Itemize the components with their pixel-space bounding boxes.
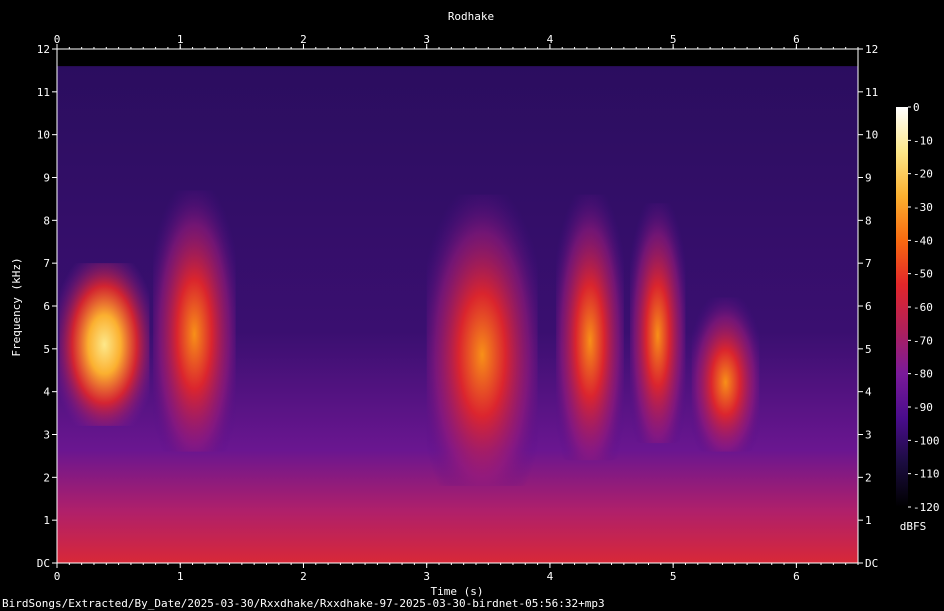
colorbar-tick-label: 0 (913, 101, 920, 114)
colorbar-label: dBFS (900, 520, 927, 533)
colorbar-tick-label: -50 (913, 268, 933, 281)
call-1 (59, 263, 150, 426)
file-path-label: BirdSongs/Extracted/By_Date/2025-03-30/R… (2, 597, 605, 610)
x-tick-label-top: 6 (793, 33, 800, 46)
call-4 (556, 194, 624, 461)
x-tick-label-bottom: 2 (300, 570, 307, 583)
y-tick-label-right: 7 (865, 257, 872, 270)
y-tick-label-left: 2 (43, 471, 50, 484)
colorbar-tick-label: -40 (913, 234, 933, 247)
chart-title: Rodhake (448, 10, 494, 23)
y-tick-label-left: 8 (43, 214, 50, 227)
call-3 (426, 194, 538, 486)
y-tick-label-left: 9 (43, 172, 50, 185)
y-tick-label-right: 9 (865, 172, 872, 185)
colorbar-tick-label: -10 (913, 134, 933, 147)
y-tick-label-right: 6 (865, 300, 872, 313)
x-tick-label-bottom: 4 (547, 570, 554, 583)
x-tick-label-bottom: 3 (423, 570, 430, 583)
call-5 (630, 203, 686, 444)
y-tick-label-left: 6 (43, 300, 50, 313)
x-tick-label-top: 3 (423, 33, 430, 46)
colorbar-tick-label: -120 (913, 501, 940, 514)
colorbar-tick-label: -100 (913, 434, 940, 447)
y-tick-label-right: 4 (865, 386, 872, 399)
x-tick-label-top: 1 (177, 33, 184, 46)
y-tick-label-left: 10 (37, 129, 50, 142)
colorbar-tick-label: -70 (913, 334, 933, 347)
y-tick-label-right: 1 (865, 514, 872, 527)
y-tick-label-right: 11 (865, 86, 878, 99)
y-tick-label-left: 12 (37, 43, 50, 56)
y-tick-label-left: 5 (43, 343, 50, 356)
y-tick-label-left: 11 (37, 86, 50, 99)
y-tick-label-right: DC (865, 557, 878, 570)
x-tick-label-top: 0 (54, 33, 61, 46)
spectrogram-chart: Rodhake 00112233445566DC DC1 12 23 34 45 56 67 7… (10, 10, 940, 598)
call-2 (153, 190, 236, 452)
y-tick-label-left: 4 (43, 386, 50, 399)
colorbar-tick-label: -80 (913, 368, 933, 381)
y-tick-label-right: 8 (865, 214, 872, 227)
y-tick-label-right: 12 (865, 43, 878, 56)
colorbar-tick-label: -90 (913, 401, 933, 414)
x-tick-label-top: 2 (300, 33, 307, 46)
y-tick-label-left: 7 (43, 257, 50, 270)
colorbar-tick-label: -110 (913, 468, 940, 481)
colorbar-tick-label: -20 (913, 168, 933, 181)
above-range-band (57, 49, 858, 67)
y-tick-label-right: 10 (865, 129, 878, 142)
x-tick-label-top: 4 (547, 33, 554, 46)
colorbar-tick-label: -60 (913, 301, 933, 314)
y-tick-label-right: 5 (865, 343, 872, 356)
y-tick-label-left: 1 (43, 514, 50, 527)
y-tick-label-left: DC (37, 557, 50, 570)
x-tick-label-top: 5 (670, 33, 677, 46)
y-tick-label-right: 3 (865, 429, 872, 442)
y-tick-label-left: 3 (43, 429, 50, 442)
x-tick-label-bottom: 6 (793, 570, 800, 583)
call-6 (691, 297, 760, 452)
x-tick-label-bottom: 5 (670, 570, 677, 583)
y-tick-label-right: 2 (865, 471, 872, 484)
colorbar-gradient (896, 107, 908, 507)
colorbar-tick-label: -30 (913, 201, 933, 214)
x-tick-label-bottom: 1 (177, 570, 184, 583)
y-axis-label: Frequency (kHz) (10, 257, 23, 356)
x-tick-label-bottom: 0 (54, 570, 61, 583)
colorbar: 0 -10 -20 -30 -40 -50 -60 -70 -80 -90 -100 -110 -120 (896, 101, 940, 514)
